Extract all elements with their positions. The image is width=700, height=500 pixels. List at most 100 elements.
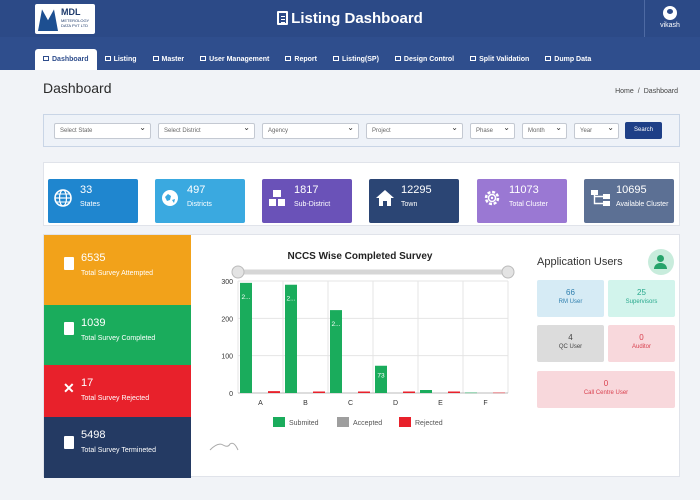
user-card-value: 4 bbox=[568, 333, 573, 342]
app-title: Listing Dashboard bbox=[0, 0, 700, 37]
cubes-icon bbox=[268, 189, 286, 207]
x-tick-label: A bbox=[258, 400, 263, 407]
nav-master[interactable]: Master bbox=[145, 49, 193, 70]
kpi-value: 6535 bbox=[81, 252, 106, 264]
kpi-label: Total Survey Completed bbox=[81, 335, 156, 342]
nav-label: Master bbox=[161, 56, 185, 63]
stat-card-sub-district[interactable]: 1817 Sub-District bbox=[262, 179, 352, 223]
user-name: vikash bbox=[660, 22, 680, 29]
project-select[interactable]: Project bbox=[366, 121, 463, 139]
zoom-handle-left bbox=[231, 265, 245, 279]
x-tick-label: B bbox=[303, 400, 308, 407]
stat-value: 12295 bbox=[401, 184, 432, 196]
breadcrumb: Home / Dashboard bbox=[613, 88, 680, 95]
kpi-completed[interactable]: 1039 Total Survey Completed bbox=[44, 305, 191, 365]
cog-icon bbox=[483, 189, 501, 207]
nav-label: Dashboard bbox=[52, 56, 89, 63]
nav-dashboard[interactable]: Dashboard bbox=[35, 49, 97, 70]
nav-listing-sp[interactable]: Listing(SP) bbox=[325, 49, 387, 70]
legend-swatch bbox=[337, 417, 349, 427]
bar-submited bbox=[465, 392, 477, 394]
stat-card-total-cluster[interactable]: 11073 Total Cluster bbox=[477, 179, 567, 223]
stat-value: 11073 bbox=[509, 184, 539, 196]
kpi-label: Total Survey Rejected bbox=[81, 395, 150, 402]
user-menu[interactable]: vikash bbox=[652, 6, 688, 29]
stat-card-available-cluster[interactable]: 10695 Available Cluster bbox=[584, 179, 674, 223]
breadcrumb-home[interactable]: Home bbox=[615, 88, 634, 95]
globe-icon bbox=[54, 189, 72, 207]
user-card-call-centre[interactable]: 0 Call Centre User bbox=[537, 371, 675, 408]
user-card-rm[interactable]: 66 RM User bbox=[537, 280, 604, 317]
nav-report[interactable]: Report bbox=[277, 49, 325, 70]
month-select[interactable]: Month bbox=[522, 121, 567, 139]
user-card-value: 0 bbox=[639, 333, 644, 342]
nav-listing[interactable]: Listing bbox=[97, 49, 145, 70]
app-title-text: Listing Dashboard bbox=[291, 10, 423, 27]
legend-accepted[interactable]: Accepted bbox=[337, 417, 382, 427]
bar-rejected bbox=[358, 391, 370, 393]
y-tick-label: 100 bbox=[221, 354, 233, 361]
y-tick-label: 200 bbox=[221, 316, 233, 323]
legend-label: Accepted bbox=[353, 420, 383, 427]
search-button[interactable]: Search bbox=[625, 122, 662, 139]
kpi-attempted[interactable]: 6535 Total Survey Attempted bbox=[44, 235, 191, 305]
kpi-label: Total Survey Termineted bbox=[81, 447, 156, 454]
user-card-value: 0 bbox=[603, 379, 609, 388]
stat-label: States bbox=[80, 201, 100, 208]
kpi-label: Total Survey Attempted bbox=[81, 270, 153, 277]
legend-swatch bbox=[273, 417, 285, 427]
file-icon bbox=[545, 56, 552, 61]
page-title: Dashboard bbox=[43, 80, 112, 96]
user-divider bbox=[644, 0, 645, 37]
y-tick-label: 0 bbox=[229, 391, 233, 398]
nav-label: Listing bbox=[113, 56, 137, 63]
nav-menu: Dashboard Listing Master User Management… bbox=[35, 49, 599, 70]
district-select[interactable]: Select District bbox=[158, 121, 255, 139]
user-card-supervisors[interactable]: 25 Supervisors bbox=[608, 280, 675, 317]
split-icon bbox=[470, 56, 477, 61]
user-avatar-icon bbox=[663, 6, 677, 20]
stat-label: Town bbox=[401, 201, 418, 208]
users-icon bbox=[648, 249, 674, 275]
stats-panel: 33 States 497 Districts 1817 Sub-Distric… bbox=[43, 162, 680, 226]
stat-card-districts[interactable]: 497 Districts bbox=[155, 179, 245, 223]
clipboard-list-icon bbox=[64, 436, 74, 449]
nav-user-management[interactable]: User Management bbox=[192, 49, 277, 70]
user-card-label: Call Centre User bbox=[583, 390, 629, 396]
stat-value: 497 bbox=[187, 184, 206, 196]
sitemap-icon bbox=[590, 189, 610, 207]
link-icon bbox=[332, 56, 339, 61]
legend-submited[interactable]: Submited bbox=[273, 417, 319, 427]
user-card-label: Auditor bbox=[631, 344, 651, 350]
breadcrumb-separator: / bbox=[637, 88, 640, 95]
nav-dump-data[interactable]: Dump Data bbox=[537, 49, 599, 70]
bar-rejected bbox=[268, 391, 280, 393]
kpi-value: 5498 bbox=[81, 429, 106, 441]
stat-card-town[interactable]: 12295 Town bbox=[369, 179, 459, 223]
zoom-handle-right bbox=[501, 265, 515, 279]
phase-select[interactable]: Phase bbox=[470, 121, 515, 139]
stat-value: 33 bbox=[80, 184, 93, 196]
stat-card-states[interactable]: 33 States bbox=[48, 179, 138, 223]
x-tick-label: E bbox=[438, 400, 443, 407]
legend-rejected[interactable]: Rejected bbox=[399, 417, 443, 427]
user-card-value: 66 bbox=[566, 288, 575, 297]
stat-label: Total Cluster bbox=[509, 201, 548, 208]
bar-data-label: 73 bbox=[377, 373, 385, 380]
year-select[interactable]: Year bbox=[574, 121, 619, 139]
kpi-rejected[interactable]: ✕ 17 Total Survey Rejected bbox=[44, 365, 191, 417]
clipboard-icon bbox=[277, 11, 289, 25]
kpi-terminated[interactable]: 5498 Total Survey Termineted bbox=[44, 417, 191, 478]
bar-rejected bbox=[313, 391, 325, 393]
state-select[interactable]: Select State bbox=[54, 121, 151, 139]
nav-split-validation[interactable]: Split Validation bbox=[462, 49, 537, 70]
nav-bar: Dashboard Listing Master User Management… bbox=[0, 37, 700, 70]
user-card-auditor[interactable]: 0 Auditor bbox=[608, 325, 675, 362]
user-icon bbox=[200, 56, 207, 61]
nav-design-control[interactable]: Design Control bbox=[387, 49, 462, 70]
user-card-qc[interactable]: 4 QC User bbox=[537, 325, 604, 362]
bar-data-label: 2... bbox=[241, 294, 250, 301]
clipboard-check-icon bbox=[64, 322, 74, 335]
user-card-value: 25 bbox=[637, 288, 646, 297]
agency-select[interactable]: Agency bbox=[262, 121, 359, 139]
